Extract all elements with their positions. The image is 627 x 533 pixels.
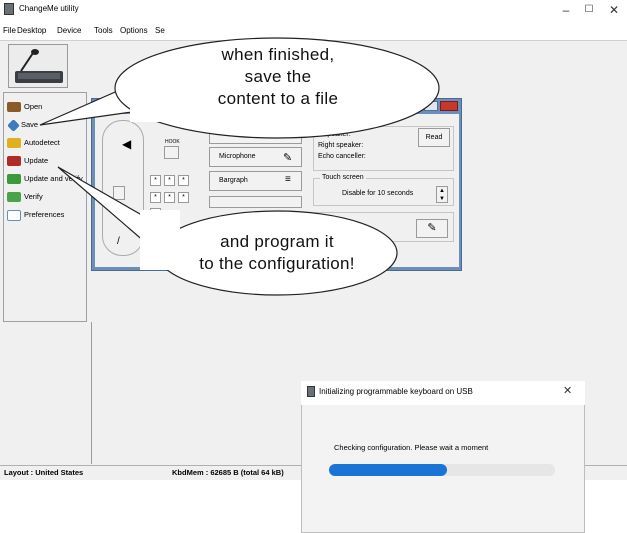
callout-top-text: when finished, save the content to a fil… bbox=[140, 44, 416, 110]
callout-line: save the bbox=[244, 67, 312, 86]
callout-line: and program it bbox=[220, 232, 334, 251]
callout-bottom-text: and program it to the configuration! bbox=[157, 231, 397, 275]
callout-line: when finished, bbox=[221, 45, 335, 64]
callout-line: content to a file bbox=[217, 89, 339, 108]
callout-line: to the configuration! bbox=[199, 254, 355, 273]
